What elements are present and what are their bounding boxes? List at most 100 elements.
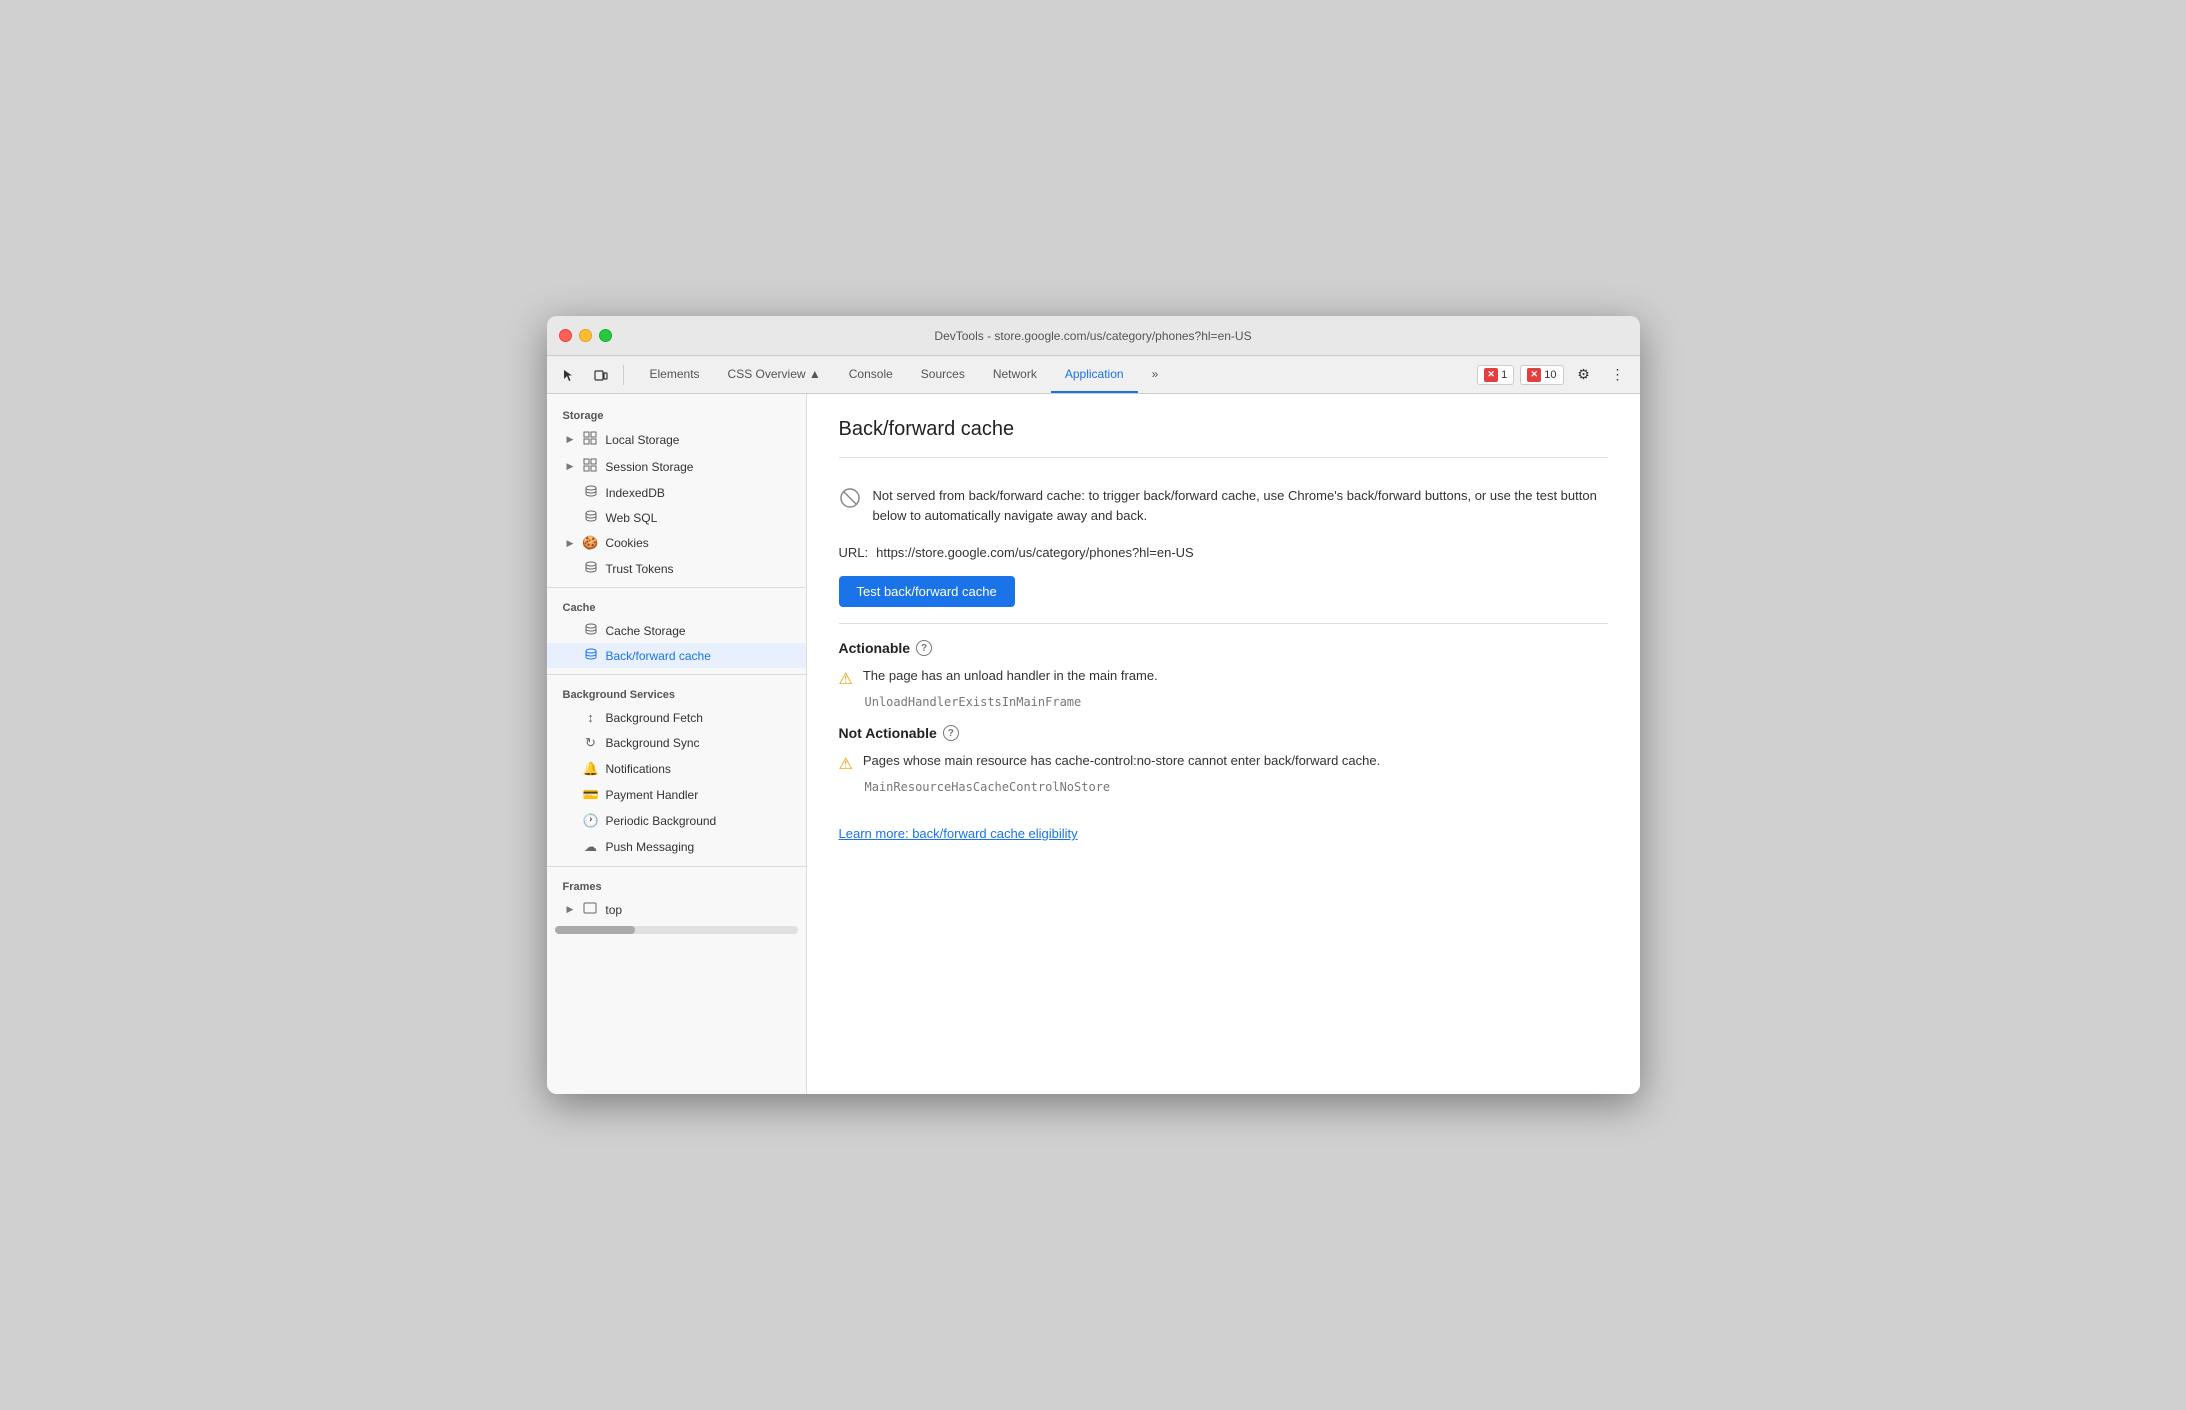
tab-sources[interactable]: Sources	[907, 356, 979, 393]
not-actionable-warning-row: ⚠ Pages whose main resource has cache-co…	[839, 753, 1608, 774]
sidebar-item-session-storage[interactable]: ▶ Session Storage	[547, 453, 806, 480]
more-options-button[interactable]: ⋮	[1604, 361, 1632, 389]
warning-x-icon: ✕	[1527, 368, 1541, 382]
actionable-code: UnloadHandlerExistsInMainFrame	[865, 695, 1608, 709]
not-actionable-warning-icon: ⚠	[839, 754, 853, 774]
tab-console[interactable]: Console	[835, 356, 907, 393]
toolbar: Elements CSS Overview ▲ Console Sources …	[547, 356, 1640, 394]
sidebar-item-web-sql[interactable]: Web SQL	[547, 505, 806, 530]
info-box: Not served from back/forward cache: to t…	[839, 474, 1608, 537]
tab-elements[interactable]: Elements	[636, 356, 714, 393]
actionable-heading: Actionable ?	[839, 640, 1608, 656]
bf-cache-label: Back/forward cache	[606, 649, 711, 663]
sidebar-frames-label: Frames	[547, 873, 806, 897]
sidebar-item-bg-sync[interactable]: ↻ Background Sync	[547, 730, 806, 756]
not-actionable-label: Not Actionable	[839, 725, 937, 741]
titlebar: DevTools - store.google.com/us/category/…	[547, 316, 1640, 356]
tab-more[interactable]: »	[1138, 356, 1173, 393]
tab-application[interactable]: Application	[1051, 356, 1138, 393]
indexeddb-label: IndexedDB	[606, 486, 665, 500]
not-actionable-warning-text: Pages whose main resource has cache-cont…	[863, 753, 1380, 768]
toolbar-right: ✕ 1 ✕ 10 ⚙ ⋮	[1477, 361, 1631, 389]
sidebar-item-periodic-bg[interactable]: 🕐 Periodic Background	[547, 808, 806, 834]
content-area: Storage ▶ Local Storage ▶ Session Storag…	[547, 394, 1640, 1094]
sidebar-item-cookies[interactable]: ▶ 🍪 Cookies	[547, 530, 806, 556]
local-storage-label: Local Storage	[605, 433, 679, 447]
mid-divider	[839, 623, 1608, 624]
main-panel: Back/forward cache Not served from back/…	[807, 394, 1640, 1094]
payment-handler-icon: 💳	[583, 787, 599, 803]
sidebar-item-push-messaging[interactable]: ☁ Push Messaging	[547, 834, 806, 860]
minimize-button[interactable]	[579, 329, 592, 342]
learn-more-link[interactable]: Learn more: back/forward cache eligibili…	[839, 826, 1078, 841]
error-x-icon: ✕	[1484, 368, 1498, 382]
window-title: DevTools - store.google.com/us/category/…	[934, 329, 1251, 343]
web-sql-label: Web SQL	[606, 511, 658, 525]
toolbar-divider-1	[623, 365, 624, 385]
sidebar-item-trust-tokens[interactable]: Trust Tokens	[547, 556, 806, 581]
warning-badge[interactable]: ✕ 10	[1520, 365, 1563, 385]
actionable-help-icon[interactable]: ?	[916, 640, 932, 656]
sidebar-item-local-storage[interactable]: ▶ Local Storage	[547, 426, 806, 453]
arrow-icon: ▶	[567, 461, 574, 472]
sidebar-item-notifications[interactable]: 🔔 Notifications	[547, 756, 806, 782]
device-toggle-button[interactable]	[587, 361, 615, 389]
top-divider	[839, 457, 1608, 458]
sidebar-item-top[interactable]: ▶ top	[547, 897, 806, 922]
bf-cache-icon	[583, 648, 599, 663]
sidebar-item-cache-storage[interactable]: Cache Storage	[547, 618, 806, 643]
not-actionable-heading: Not Actionable ?	[839, 725, 1608, 741]
actionable-warning-row: ⚠ The page has an unload handler in the …	[839, 668, 1608, 689]
sidebar-bg-services-label: Background Services	[547, 681, 806, 705]
local-storage-icon	[582, 431, 598, 448]
arrow-icon: ▶	[567, 904, 574, 915]
notifications-label: Notifications	[606, 762, 671, 776]
sidebar: Storage ▶ Local Storage ▶ Session Storag…	[547, 394, 807, 1094]
actionable-warning-text: The page has an unload handler in the ma…	[863, 668, 1158, 683]
error-count: 1	[1501, 369, 1507, 381]
toolbar-tabs: Elements CSS Overview ▲ Console Sources …	[636, 356, 1173, 393]
not-actionable-code: MainResourceHasCacheControlNoStore	[865, 780, 1608, 794]
close-button[interactable]	[559, 329, 572, 342]
notifications-icon: 🔔	[583, 761, 599, 777]
bg-fetch-label: Background Fetch	[606, 711, 703, 725]
bg-fetch-icon: ↕	[583, 710, 599, 725]
sidebar-item-payment-handler[interactable]: 💳 Payment Handler	[547, 782, 806, 808]
arrow-icon: ▶	[567, 434, 574, 445]
sidebar-divider-1	[547, 587, 806, 588]
url-row: URL: https://store.google.com/us/categor…	[839, 545, 1608, 560]
test-bf-cache-button[interactable]: Test back/forward cache	[839, 576, 1015, 607]
indexeddb-icon	[583, 485, 599, 500]
sidebar-item-bg-fetch[interactable]: ↕ Background Fetch	[547, 705, 806, 730]
page-title: Back/forward cache	[839, 418, 1608, 441]
not-actionable-help-icon[interactable]: ?	[943, 725, 959, 741]
url-value: https://store.google.com/us/category/pho…	[876, 545, 1194, 560]
actionable-warning-icon: ⚠	[839, 669, 853, 689]
actionable-label: Actionable	[839, 640, 911, 656]
sidebar-divider-3	[547, 866, 806, 867]
maximize-button[interactable]	[599, 329, 612, 342]
arrow-icon: ▶	[567, 538, 574, 549]
periodic-bg-label: Periodic Background	[606, 814, 717, 828]
push-messaging-icon: ☁	[583, 839, 599, 855]
tab-network[interactable]: Network	[979, 356, 1051, 393]
cursor-tool-button[interactable]	[555, 361, 583, 389]
trust-tokens-label: Trust Tokens	[606, 562, 674, 576]
settings-button[interactable]: ⚙	[1570, 361, 1598, 389]
sidebar-scrollbar	[547, 926, 806, 946]
cookies-icon: 🍪	[582, 535, 598, 551]
cache-storage-label: Cache Storage	[606, 624, 686, 638]
url-label: URL:	[839, 545, 869, 560]
cookies-label: Cookies	[605, 536, 648, 550]
sidebar-item-indexeddb[interactable]: IndexedDB	[547, 480, 806, 505]
push-messaging-label: Push Messaging	[606, 840, 695, 854]
bg-sync-icon: ↻	[583, 735, 599, 751]
sidebar-cache-label: Cache	[547, 594, 806, 618]
error-badge[interactable]: ✕ 1	[1477, 365, 1514, 385]
trust-tokens-icon	[583, 561, 599, 576]
sidebar-item-bf-cache[interactable]: Back/forward cache	[547, 643, 806, 668]
warning-count: 10	[1544, 369, 1556, 381]
session-storage-label: Session Storage	[605, 460, 693, 474]
tab-css-overview[interactable]: CSS Overview ▲	[714, 356, 835, 393]
info-message: Not served from back/forward cache: to t…	[873, 486, 1608, 525]
